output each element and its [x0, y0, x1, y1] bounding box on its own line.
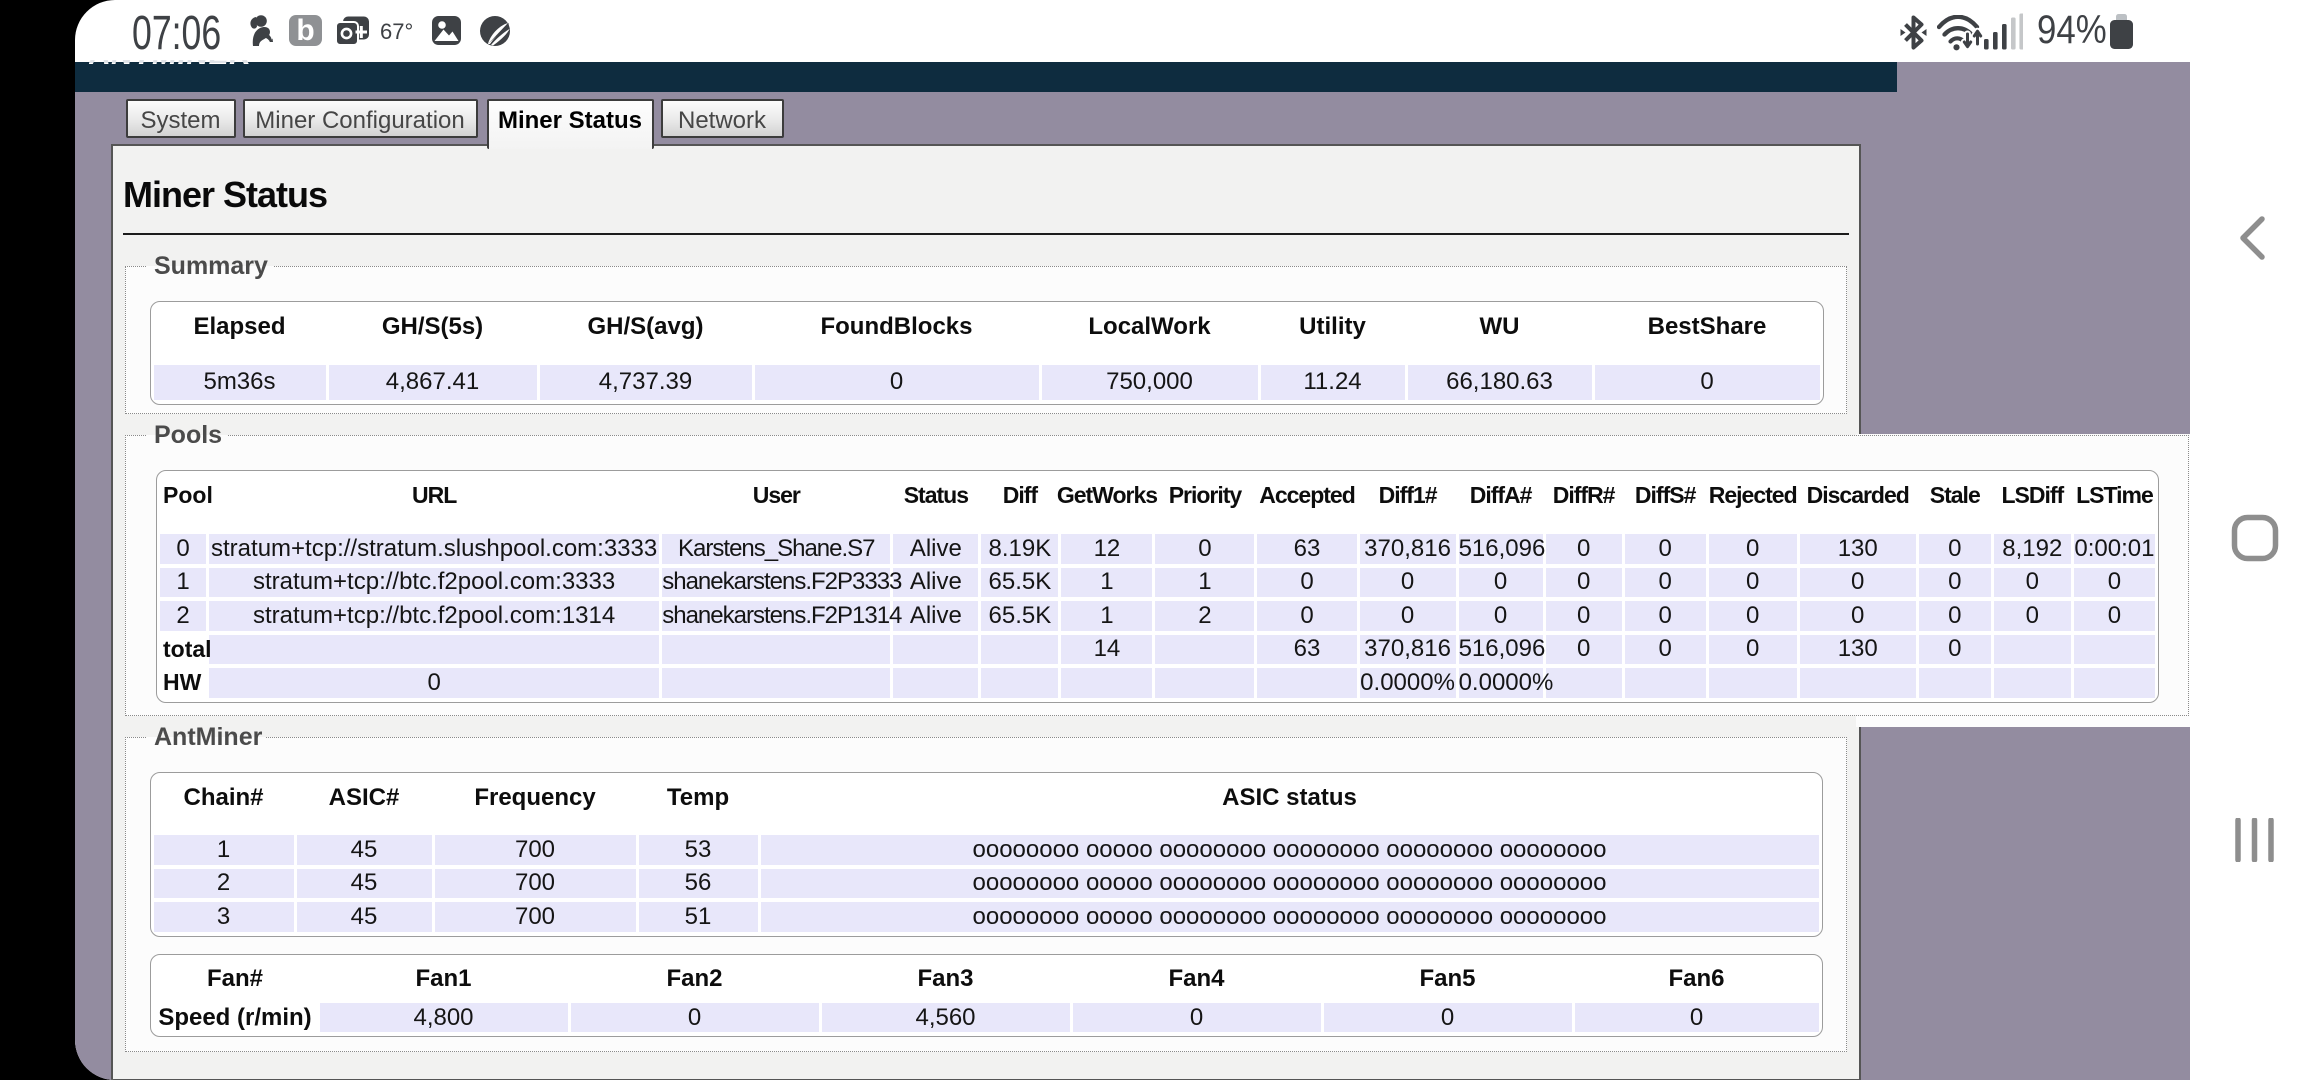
svg-text:b: b [296, 15, 314, 46]
